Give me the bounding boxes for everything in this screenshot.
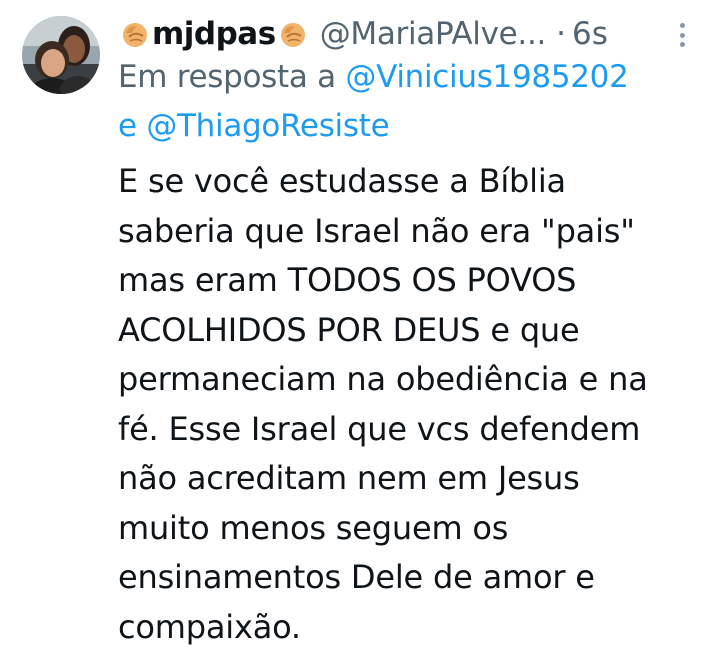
tweet-text-line: ensinamentos Dele de amor e	[118, 553, 708, 603]
display-name[interactable]: mjdpas	[152, 16, 276, 52]
tweet[interactable]: mjdpas @MariaPAlve... · 6s Em resposta a…	[0, 0, 720, 649]
tweet-text-line: mas eram TODOS OS POVOS	[118, 256, 708, 306]
timestamp[interactable]: 6s	[572, 16, 608, 52]
reply-joiner: e	[118, 108, 137, 144]
tweet-header: mjdpas @MariaPAlve... · 6s	[118, 10, 698, 58]
reply-context-continued: e @ThiagoResiste	[118, 103, 708, 149]
reply-prefix: Em resposta a	[118, 59, 336, 95]
tweet-text-line: ACOLHIDOS POR DEUS e que	[118, 306, 708, 356]
reply-context: Em resposta a @Vinicius1985202	[118, 54, 708, 100]
tweet-text-line: E se você estudasse a Bíblia	[118, 157, 708, 207]
avatar-photo	[22, 16, 100, 94]
tweet-text-line: fé. Esse Israel que vcs defendem	[118, 405, 708, 455]
tweet-text-line: compaixão.	[118, 603, 708, 652]
tweet-text-line: saberia que Israel não era "pais"	[118, 207, 708, 257]
tweet-text: E se você estudasse a Bíblia saberia que…	[118, 157, 708, 652]
avatar[interactable]	[22, 16, 100, 94]
mention-link[interactable]: @Vinicius1985202	[345, 59, 628, 95]
mention-link[interactable]: @ThiagoResiste	[146, 108, 389, 144]
flexed-biceps-emoji	[120, 19, 150, 49]
flexed-biceps-emoji	[278, 19, 308, 49]
user-handle[interactable]: @MariaPAlve...	[320, 16, 546, 52]
more-vertical-icon[interactable]	[672, 20, 692, 50]
tweet-text-line: permaneciam na obediência e na	[118, 355, 708, 405]
tweet-text-line: não acreditam nem em Jesus	[118, 454, 708, 504]
separator-dot: ·	[556, 16, 566, 52]
tweet-text-line: muito menos seguem os	[118, 504, 708, 554]
